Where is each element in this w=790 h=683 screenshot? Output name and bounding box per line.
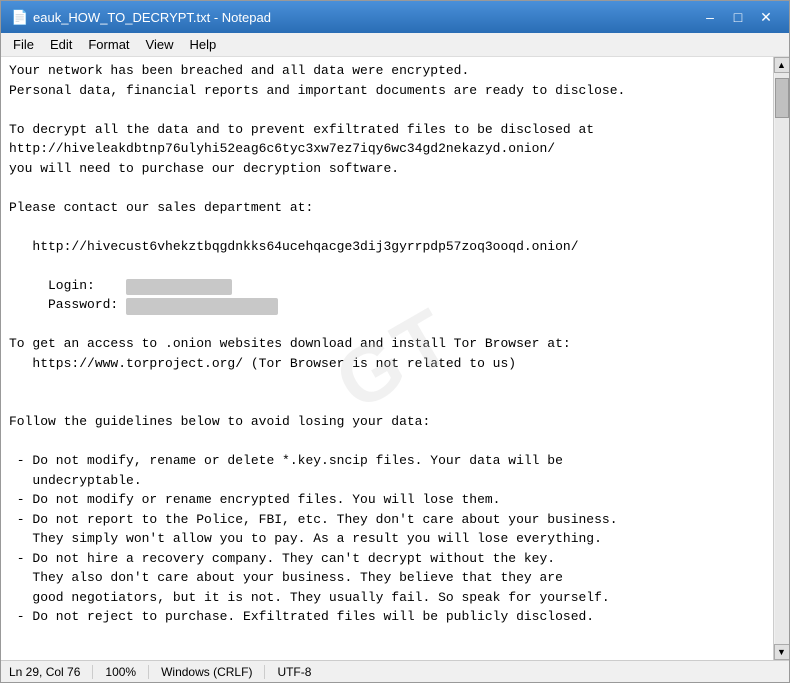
- notepad-window: 📄 eauk_HOW_TO_DECRYPT.txt - Notepad – □ …: [0, 0, 790, 683]
- menu-view[interactable]: View: [138, 35, 182, 54]
- maximize-button[interactable]: □: [725, 7, 751, 27]
- text-editor[interactable]: Your network has been breached and all d…: [1, 57, 773, 660]
- vertical-scrollbar[interactable]: ▲ ▼: [773, 57, 789, 660]
- close-button[interactable]: ✕: [753, 7, 779, 27]
- scrollbar-track[interactable]: [775, 73, 789, 644]
- app-icon: 📄: [11, 9, 27, 25]
- title-bar: 📄 eauk_HOW_TO_DECRYPT.txt - Notepad – □ …: [1, 1, 789, 33]
- scroll-up-button[interactable]: ▲: [774, 57, 790, 73]
- scroll-down-button[interactable]: ▼: [774, 644, 790, 660]
- title-bar-left: 📄 eauk_HOW_TO_DECRYPT.txt - Notepad: [11, 9, 271, 25]
- title-controls: – □ ✕: [697, 7, 779, 27]
- menu-format[interactable]: Format: [80, 35, 137, 54]
- menu-edit[interactable]: Edit: [42, 35, 80, 54]
- minimize-button[interactable]: –: [697, 7, 723, 27]
- line-ending: Windows (CRLF): [149, 665, 265, 679]
- window-title: eauk_HOW_TO_DECRYPT.txt - Notepad: [33, 10, 271, 25]
- scrollbar-thumb[interactable]: [775, 78, 789, 118]
- zoom-level: 100%: [93, 665, 149, 679]
- cursor-position: Ln 29, Col 76: [9, 665, 93, 679]
- status-bar: Ln 29, Col 76 100% Windows (CRLF) UTF-8: [1, 660, 789, 682]
- encoding: UTF-8: [265, 665, 323, 679]
- menu-help[interactable]: Help: [181, 35, 224, 54]
- menu-file[interactable]: File: [5, 35, 42, 54]
- editor-area: Your network has been breached and all d…: [1, 57, 789, 660]
- menu-bar: File Edit Format View Help: [1, 33, 789, 57]
